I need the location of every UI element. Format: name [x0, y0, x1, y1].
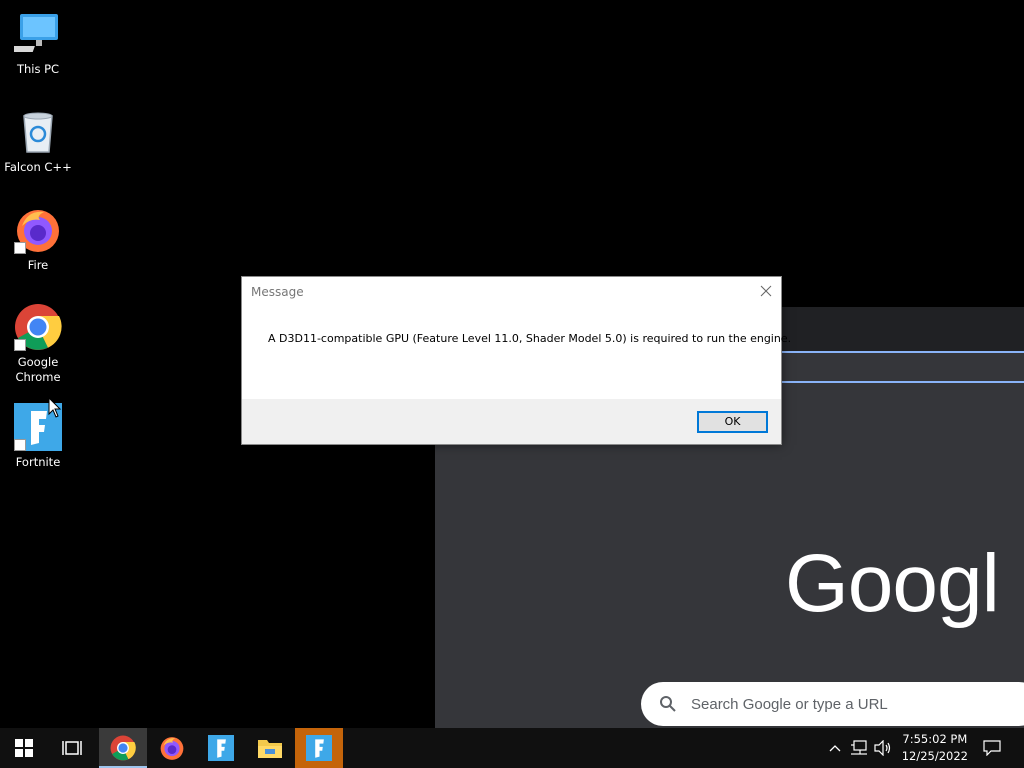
- message-dialog: Message A D3D11-compatible GPU (Feature …: [241, 276, 791, 445]
- desktop-icon-label: Fortnite: [15, 455, 61, 469]
- network-icon: [851, 740, 867, 755]
- desktop-icon-this-pc[interactable]: This PC: [2, 10, 72, 77]
- fortnite-icon: [306, 735, 332, 761]
- action-center-button[interactable]: [978, 728, 1006, 768]
- dialog-title: Message: [251, 285, 304, 299]
- taskbar-fortnite[interactable]: [197, 728, 245, 768]
- windows-start-icon: [15, 739, 33, 757]
- taskbar-chrome[interactable]: [99, 728, 147, 768]
- taskbar-fortnite-active[interactable]: [295, 728, 343, 768]
- clock-time: 7:55:02 PM: [902, 732, 968, 746]
- mouse-cursor-icon: [48, 397, 62, 418]
- desktop-icon-label: Falcon C++: [4, 160, 72, 174]
- recycle-bin-icon: [14, 108, 62, 156]
- close-icon[interactable]: [757, 282, 775, 300]
- desktop-icon-label: Google: [17, 355, 59, 369]
- dialog-footer: OK: [242, 399, 781, 444]
- desktop-icon-label: Fire: [27, 258, 49, 272]
- desktop-icon-firefox[interactable]: Fire: [4, 206, 72, 273]
- start-button[interactable]: [0, 728, 48, 768]
- ok-button[interactable]: OK: [697, 411, 768, 433]
- clock-date: 12/25/2022: [901, 749, 968, 763]
- fortnite-icon: [208, 735, 234, 761]
- shortcut-arrow-icon: [14, 339, 26, 351]
- chevron-up-icon: [829, 745, 841, 752]
- firefox-icon: [160, 737, 184, 760]
- desktop-icon-label-line2: Chrome: [15, 370, 61, 384]
- taskbar-file-explorer[interactable]: [246, 728, 294, 768]
- task-view-button[interactable]: [48, 728, 96, 768]
- file-explorer-icon: [258, 740, 282, 758]
- this-pc-icon: [2, 10, 62, 58]
- notification-icon: [983, 740, 1001, 756]
- search-placeholder: Search Google or type a URL: [691, 695, 888, 713]
- network-button[interactable]: [848, 728, 870, 768]
- shortcut-arrow-icon: [14, 439, 26, 451]
- desktop-icon-chrome[interactable]: Google Chrome: [4, 303, 72, 385]
- search-input[interactable]: Search Google or type a URL: [641, 682, 1024, 726]
- search-icon: [660, 696, 676, 712]
- task-view-icon: [62, 741, 82, 755]
- desktop-icon-label: This PC: [16, 62, 60, 76]
- dialog-message: A D3D11-compatible GPU (Feature Level 11…: [268, 332, 792, 345]
- chrome-icon: [14, 303, 62, 351]
- volume-icon: [874, 740, 891, 756]
- desktop-icon-falcon[interactable]: Falcon C++: [4, 108, 72, 175]
- taskbar-firefox[interactable]: [148, 728, 196, 768]
- taskbar: 7:55:02 PM 12/25/2022: [0, 728, 1024, 768]
- show-hidden-icons-button[interactable]: [826, 728, 844, 768]
- volume-button[interactable]: [872, 728, 894, 768]
- shortcut-arrow-icon: [14, 242, 26, 254]
- taskbar-clock[interactable]: 7:55:02 PM 12/25/2022: [902, 731, 968, 765]
- chrome-icon: [110, 735, 136, 761]
- google-logo: Googl: [785, 538, 1000, 629]
- firefox-icon: [14, 206, 62, 254]
